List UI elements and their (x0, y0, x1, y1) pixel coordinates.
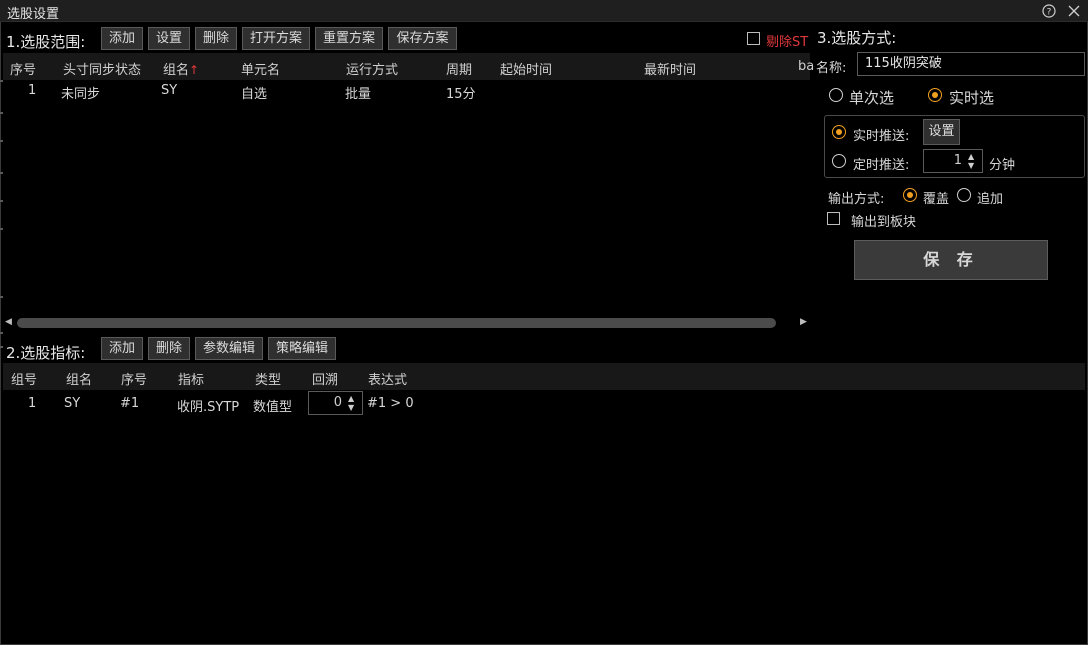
output-append-radio[interactable] (957, 188, 971, 202)
frame-tick (0, 112, 3, 114)
mode-realtime-radio[interactable] (928, 88, 942, 102)
output-overwrite-radio[interactable] (903, 188, 917, 202)
cell-sync-status: 未同步 (61, 87, 101, 102)
stepper-arrows-icon[interactable]: ▲ ▼ (968, 152, 978, 170)
push-realtime-radio[interactable] (832, 125, 846, 139)
param-edit-button[interactable]: 参数编辑 (195, 337, 263, 360)
push-interval-stepper[interactable]: 1 ▲ ▼ (923, 149, 983, 173)
cell-run-mode: 批量 (345, 87, 372, 102)
frame-tick (0, 296, 3, 298)
cell-expression: #1 > 0 (367, 396, 414, 411)
frame-tick (0, 80, 3, 82)
scope-section-label: 1.选股范围: (6, 33, 86, 51)
method-section-label: 3.选股方式: (817, 29, 897, 47)
cell-unit-name: 自选 (241, 87, 268, 102)
col-header[interactable]: 组名 (66, 369, 92, 388)
scheme-name-input[interactable]: 115收阴突破 (857, 52, 1085, 76)
scope-add-button[interactable]: 添加 (101, 27, 143, 50)
strategy-edit-button[interactable]: 策略编辑 (268, 337, 336, 360)
cell-seq: #1 (120, 396, 140, 411)
frame-tick (0, 332, 3, 334)
col-header[interactable]: 表达式 (368, 369, 407, 388)
frame-tick (0, 228, 3, 230)
mode-single-label: 单次选 (849, 89, 895, 107)
save-button[interactable]: 保 存 (854, 240, 1048, 280)
frame-tick (0, 200, 3, 202)
indicator-table-header: 组号 组名 序号 指标 类型 回溯 表达式 (3, 363, 1085, 390)
scope-table-header: 序号 头寸同步状态 组名↑ 单元名 运行方式 周期 起始时间 最新时间 ba (3, 53, 814, 80)
scroll-left-icon[interactable]: ◀ (5, 317, 12, 327)
output-append-label: 追加 (977, 192, 1004, 207)
stepper-arrows-icon[interactable]: ▲ ▼ (348, 394, 358, 412)
cell-group-no: 1 (28, 396, 37, 411)
col-header[interactable]: 组号 (11, 369, 37, 388)
reset-scheme-button[interactable]: 重置方案 (315, 27, 383, 50)
exclude-st-label: 剔除ST (766, 35, 809, 50)
cell-index: 1 (28, 83, 37, 98)
lookback-stepper[interactable]: 0 ▲ ▼ (308, 391, 363, 415)
title-bar: 选股设置 ? (0, 0, 1088, 22)
frame-tick (0, 140, 3, 142)
indicator-add-button[interactable]: 添加 (101, 337, 143, 360)
col-header[interactable]: 类型 (255, 369, 281, 388)
scope-settings-button[interactable]: 设置 (148, 27, 190, 50)
col-header[interactable]: 运行方式 (346, 59, 398, 78)
cell-group-name: SY (64, 396, 81, 411)
horizontal-scrollbar[interactable]: ◀ ▶ (3, 314, 810, 330)
push-interval-value: 1 (953, 153, 962, 168)
output-to-block-label: 输出到板块 (851, 215, 917, 230)
push-timed-label: 定时推送: (853, 158, 910, 173)
frame-tick (0, 346, 3, 348)
help-circle-icon[interactable]: ? (1041, 3, 1057, 19)
cell-group-name: SY (161, 83, 178, 98)
push-realtime-label: 实时推送: (853, 129, 910, 144)
col-header[interactable]: 指标 (178, 369, 204, 388)
col-header[interactable]: 起始时间 (500, 59, 552, 78)
indicator-section-label: 2.选股指标: (6, 344, 86, 362)
window-title: 选股设置 (7, 7, 60, 22)
col-header[interactable]: ba (798, 59, 814, 74)
col-header[interactable]: 周期 (446, 59, 472, 78)
name-label: 名称: (816, 61, 847, 76)
frame-tick (0, 172, 3, 174)
mode-realtime-label: 实时选 (949, 89, 995, 107)
mode-single-radio[interactable] (829, 88, 843, 102)
col-header[interactable]: 序号 (10, 59, 36, 78)
output-label: 输出方式: (828, 192, 885, 207)
col-header-label: 组名 (163, 63, 190, 78)
output-overwrite-label: 覆盖 (923, 192, 950, 207)
push-interval-unit: 分钟 (989, 158, 1016, 173)
save-scheme-button[interactable]: 保存方案 (388, 27, 457, 50)
push-timed-radio[interactable] (832, 154, 846, 168)
col-header[interactable]: 回溯 (312, 369, 338, 388)
svg-text:?: ? (1047, 8, 1052, 18)
push-settings-button[interactable]: 设置 (923, 119, 960, 145)
scope-delete-button[interactable]: 删除 (195, 27, 237, 50)
close-icon[interactable] (1066, 3, 1082, 19)
col-header-sorted[interactable]: 组名↑ (163, 59, 199, 78)
indicator-delete-button[interactable]: 删除 (148, 337, 190, 360)
exclude-st-checkbox[interactable] (747, 32, 760, 45)
lookback-value: 0 (333, 395, 342, 410)
scrollbar-thumb[interactable] (17, 318, 776, 328)
col-header[interactable]: 单元名 (241, 59, 280, 78)
open-scheme-button[interactable]: 打开方案 (242, 27, 310, 50)
col-header[interactable]: 序号 (121, 369, 147, 388)
cell-period: 15分 (446, 87, 476, 102)
output-to-block-checkbox[interactable] (827, 212, 840, 225)
col-header[interactable]: 最新时间 (644, 59, 696, 78)
cell-indicator: 收阴.SYTP (177, 400, 240, 415)
sort-asc-icon: ↑ (189, 63, 200, 77)
scroll-right-icon[interactable]: ▶ (800, 317, 807, 327)
cell-type: 数值型 (253, 400, 293, 415)
col-header[interactable]: 头寸同步状态 (63, 59, 141, 78)
